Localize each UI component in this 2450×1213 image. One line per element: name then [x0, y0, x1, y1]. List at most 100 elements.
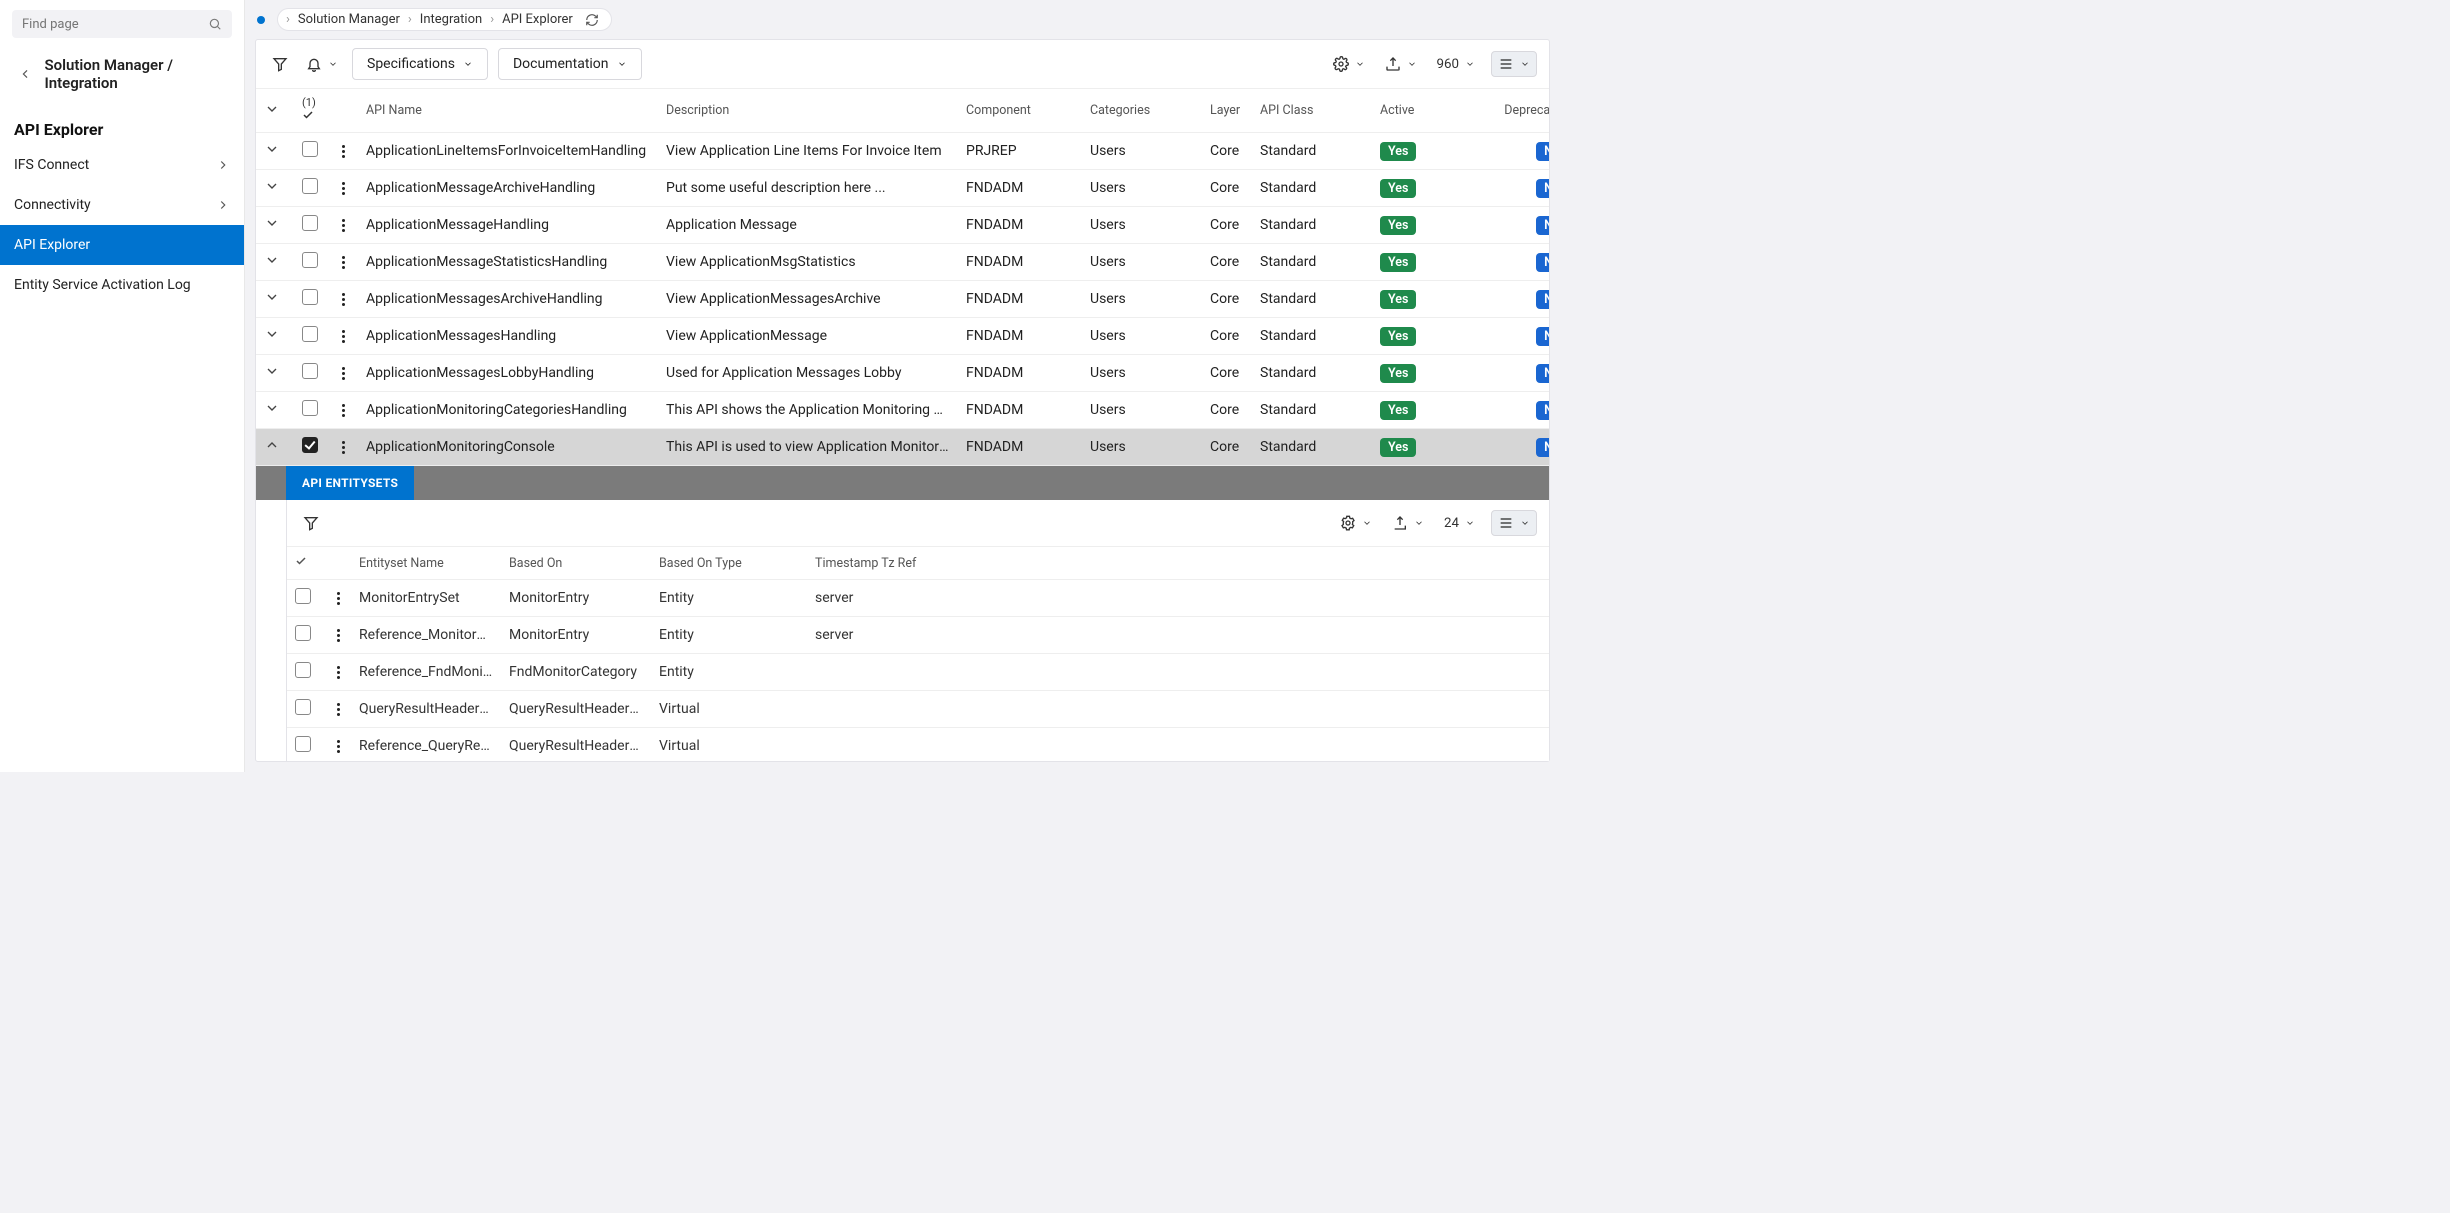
chevron-down-icon[interactable] — [264, 252, 280, 268]
sidebar-item-api-explorer[interactable]: API Explorer — [0, 225, 244, 265]
col-layer[interactable]: Layer — [1202, 89, 1252, 133]
view-toggle[interactable] — [1491, 51, 1537, 77]
settings-button[interactable] — [1329, 49, 1369, 79]
row-checkbox[interactable] — [302, 363, 318, 379]
row-checkbox[interactable] — [295, 699, 311, 715]
table-row[interactable]: ApplicationMessageArchiveHandling Put so… — [256, 170, 1549, 207]
detail-export-button[interactable] — [1388, 508, 1428, 538]
table-row[interactable]: ApplicationMessageStatisticsHandling Vie… — [256, 244, 1549, 281]
row-menu-button[interactable] — [331, 740, 345, 753]
export-button[interactable] — [1381, 49, 1421, 79]
specifications-button[interactable]: Specifications — [352, 48, 488, 80]
check-icon[interactable] — [295, 555, 307, 567]
documentation-button[interactable]: Documentation — [498, 48, 642, 80]
cell-description: View Application Line Items For Invoice … — [658, 133, 958, 170]
selection-filter-header[interactable]: (1) — [302, 97, 320, 124]
col-based-on-type[interactable]: Based On Type — [651, 547, 807, 580]
chevron-down-icon[interactable] — [264, 178, 280, 194]
col-deprecated[interactable]: Deprecated — [1496, 89, 1549, 133]
chevron-down-icon[interactable] — [264, 215, 280, 231]
table-row[interactable]: ApplicationMonitoringConsole This API is… — [256, 429, 1549, 466]
breadcrumb-item[interactable]: Solution Manager — [298, 12, 400, 27]
col-description[interactable]: Description — [658, 89, 958, 133]
row-menu-button[interactable] — [336, 145, 350, 158]
cell-layer: Core — [1202, 281, 1252, 318]
chevron-down-icon[interactable] — [264, 326, 280, 342]
row-checkbox[interactable] — [295, 736, 311, 752]
chevron-down-icon[interactable] — [264, 363, 280, 379]
main-toolbar: Specifications Documentation — [256, 40, 1549, 89]
filter-button[interactable] — [268, 49, 292, 79]
breadcrumb-item[interactable]: Integration — [420, 12, 482, 27]
sidebar-item-connectivity[interactable]: Connectivity — [0, 185, 244, 225]
row-checkbox[interactable] — [302, 326, 318, 342]
detail-row-count-button[interactable]: 24 — [1440, 508, 1479, 538]
table-row[interactable]: ApplicationMessageHandling Application M… — [256, 207, 1549, 244]
col-categories[interactable]: Categories — [1082, 89, 1202, 133]
row-menu-button[interactable] — [336, 441, 350, 454]
detail-tab-api-entitysets[interactable]: API ENTITYSETS — [286, 466, 414, 500]
row-menu-button[interactable] — [336, 367, 350, 380]
row-menu-button[interactable] — [336, 293, 350, 306]
cell-layer: Core — [1202, 170, 1252, 207]
row-checkbox[interactable] — [302, 215, 318, 231]
row-checkbox[interactable] — [302, 178, 318, 194]
sidebar-breadcrumb: Solution Manager / Integration — [44, 56, 230, 92]
row-checkbox[interactable] — [302, 141, 318, 157]
cell-api-name: ApplicationMonitoringConsole — [358, 429, 658, 466]
table-row[interactable]: QueryResultHeaderSet QueryResultHeaderVi… — [287, 691, 1549, 728]
cell-based-on-type: Entity — [651, 654, 807, 691]
row-menu-button[interactable] — [331, 703, 345, 716]
notifications-button[interactable] — [302, 49, 342, 79]
col-based-on[interactable]: Based On — [501, 547, 651, 580]
refresh-icon[interactable] — [585, 13, 599, 27]
row-checkbox[interactable] — [302, 252, 318, 268]
row-checkbox[interactable] — [302, 289, 318, 305]
cell-class: Standard — [1252, 281, 1372, 318]
row-checkbox[interactable] — [295, 625, 311, 641]
expand-all-icon[interactable] — [264, 101, 280, 117]
row-checkbox[interactable] — [295, 662, 311, 678]
find-page-input[interactable] — [22, 17, 208, 32]
sidebar-item-entity-service-log[interactable]: Entity Service Activation Log — [0, 265, 244, 305]
row-menu-button[interactable] — [331, 666, 345, 679]
row-menu-button[interactable] — [336, 330, 350, 343]
table-row[interactable]: Reference_QueryResultHeaderVirtual Query… — [287, 728, 1549, 761]
table-row[interactable]: ApplicationLineItemsForInvoiceItemHandli… — [256, 133, 1549, 170]
detail-filter-button[interactable] — [299, 508, 323, 538]
chevron-down-icon[interactable] — [264, 141, 280, 157]
chevron-up-icon[interactable] — [264, 437, 280, 453]
row-menu-button[interactable] — [336, 404, 350, 417]
table-row[interactable]: ApplicationMonitoringCategoriesHandling … — [256, 392, 1549, 429]
row-checkbox[interactable] — [302, 437, 318, 453]
row-menu-button[interactable] — [331, 592, 345, 605]
table-row[interactable]: ApplicationMessagesHandling View Applica… — [256, 318, 1549, 355]
back-icon[interactable] — [18, 66, 32, 82]
breadcrumb-item[interactable]: API Explorer — [502, 12, 573, 27]
row-menu-button[interactable] — [336, 182, 350, 195]
col-entityset-name[interactable]: Entityset Name — [351, 547, 501, 580]
col-api-name[interactable]: API Name — [358, 89, 658, 133]
col-component[interactable]: Component — [958, 89, 1082, 133]
table-row[interactable]: ApplicationMessagesArchiveHandling View … — [256, 281, 1549, 318]
table-row[interactable]: Reference_FndMonitorCategory FndMonitorC… — [287, 654, 1549, 691]
row-checkbox[interactable] — [295, 588, 311, 604]
table-row[interactable]: MonitorEntrySet MonitorEntry Entity serv… — [287, 580, 1549, 617]
col-api-class[interactable]: API Class — [1252, 89, 1372, 133]
chevron-down-icon[interactable] — [264, 400, 280, 416]
table-row[interactable]: Reference_MonitorEntry MonitorEntry Enti… — [287, 617, 1549, 654]
table-row[interactable]: ApplicationMessagesLobbyHandling Used fo… — [256, 355, 1549, 392]
deprecated-badge: No — [1536, 327, 1549, 346]
row-menu-button[interactable] — [336, 256, 350, 269]
row-menu-button[interactable] — [336, 219, 350, 232]
detail-view-toggle[interactable] — [1491, 510, 1537, 536]
row-menu-button[interactable] — [331, 629, 345, 642]
col-timestamp-tz[interactable]: Timestamp Tz Ref — [807, 547, 1549, 580]
col-active[interactable]: Active — [1372, 89, 1496, 133]
row-count-button[interactable]: 960 — [1433, 49, 1479, 79]
detail-settings-button[interactable] — [1336, 508, 1376, 538]
find-page-search[interactable] — [12, 10, 232, 38]
sidebar-item-ifs-connect[interactable]: IFS Connect — [0, 145, 244, 185]
chevron-down-icon[interactable] — [264, 289, 280, 305]
row-checkbox[interactable] — [302, 400, 318, 416]
